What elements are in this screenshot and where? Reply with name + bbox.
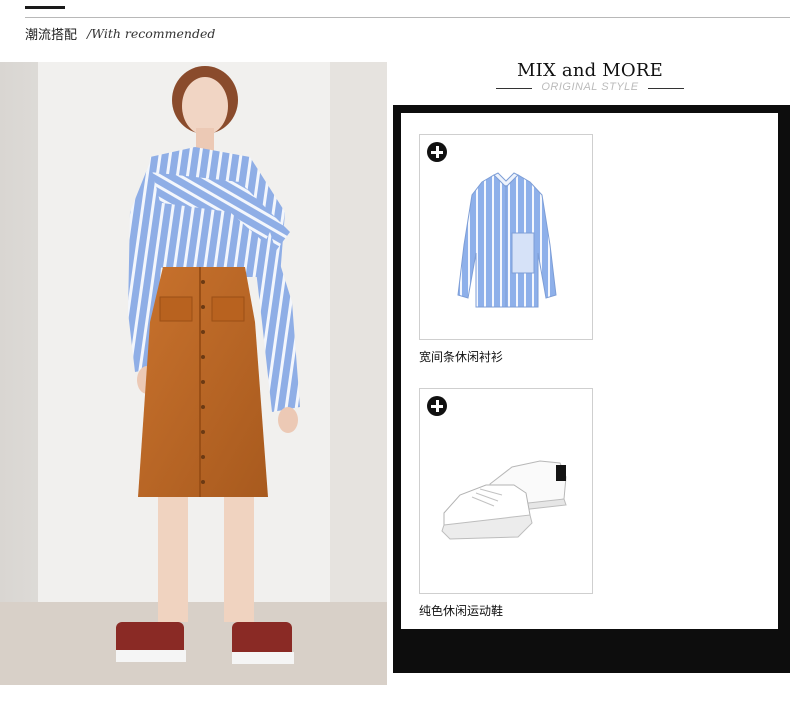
section-header: 潮流搭配 /With recommended <box>25 23 215 43</box>
sneakers-image <box>441 460 567 540</box>
plus-icon[interactable] <box>427 142 447 162</box>
subtitle-rule-left <box>496 88 532 89</box>
shirt-image <box>457 172 557 308</box>
product-card-sneakers[interactable]: 纯色休闲运动鞋 <box>419 388 593 619</box>
mix-subtitle-row: ORIGINAL STYLE <box>496 81 684 97</box>
model-photo <box>0 62 387 685</box>
product-image-sneakers[interactable] <box>419 388 593 594</box>
product-name-sneakers[interactable]: 纯色休闲运动鞋 <box>419 602 592 619</box>
section-title: 潮流搭配 <box>25 27 78 43</box>
mix-title: MIX and MORE <box>517 60 663 81</box>
product-image-shirt[interactable] <box>419 134 593 340</box>
mix-subtitle: ORIGINAL STYLE <box>541 81 639 93</box>
product-name-shirt[interactable]: 宽间条休闲衬衫 <box>419 348 592 365</box>
product-card-shirt[interactable]: 宽间条休闲衬衫 <box>419 134 593 365</box>
header-accent-bar <box>25 6 65 9</box>
section-subtitle: /With recommended <box>87 25 216 41</box>
plus-icon[interactable] <box>427 396 447 416</box>
subtitle-rule-right <box>648 88 684 89</box>
header-divider <box>25 17 790 18</box>
